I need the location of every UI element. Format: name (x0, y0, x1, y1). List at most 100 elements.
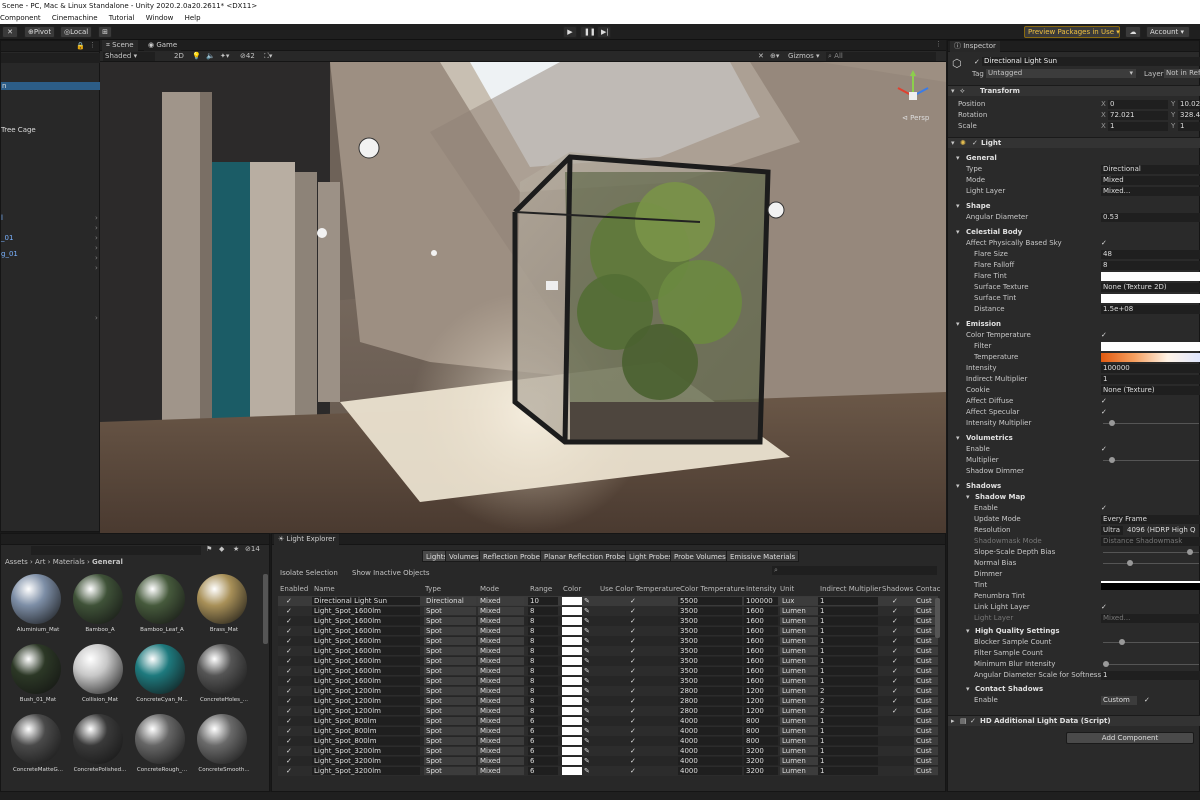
column-header[interactable]: Type (425, 584, 441, 594)
eyedropper-icon[interactable]: ✎ (584, 687, 594, 695)
use-color-temp-checkbox[interactable]: ✓ (630, 597, 640, 605)
table-row[interactable]: ✓ Light_Spot_1200lm Spot Mixed 8 ✎ ✓ 2800 1200 Lu… (278, 706, 938, 716)
eyedropper-icon[interactable]: ✎ (584, 637, 594, 645)
type-dropdown[interactable]: Spot (424, 657, 476, 665)
play-icon[interactable]: ▶ (563, 26, 577, 38)
hierarchy-item-prefab-g01[interactable]: g_01 (1, 250, 18, 258)
column-header[interactable]: Mode (480, 584, 499, 594)
color-swatch[interactable] (562, 757, 582, 765)
unit-dropdown[interactable]: Lumen (780, 617, 818, 625)
object-name-input[interactable]: Directional Light Sun (982, 57, 1200, 66)
table-row[interactable]: ✓ Light_Spot_1600lm Spot Mixed 8 ✎ ✓ 3500 1600 Lu… (278, 626, 938, 636)
add-component-button[interactable]: Add Component (1066, 732, 1194, 744)
color-temp-field[interactable]: 2800 (678, 707, 742, 715)
range-field[interactable]: 8 (528, 627, 558, 635)
type-dropdown[interactable]: Spot (424, 637, 476, 645)
hierarchy-item-tree-cage[interactable]: Tree Cage (1, 126, 36, 134)
eyedropper-icon[interactable]: ✎ (584, 737, 594, 745)
enabled-checkbox[interactable]: ✓ (286, 677, 294, 685)
enabled-checkbox[interactable]: ✓ (286, 687, 294, 695)
vol-enable-checkbox[interactable]: ✓ (1101, 446, 1108, 453)
tag-dropdown[interactable]: Untagged ▾ (986, 69, 1136, 78)
color-swatch[interactable] (562, 687, 582, 695)
eyedropper-icon[interactable]: ✎ (584, 657, 594, 665)
shadows-checkbox[interactable] (892, 747, 902, 755)
unit-dropdown[interactable]: Lumen (780, 757, 818, 765)
indirect-field[interactable]: 2 (818, 707, 878, 715)
shadow-tint-swatch[interactable] (1101, 581, 1200, 590)
use-color-temp-checkbox[interactable]: ✓ (630, 627, 640, 635)
contact-dropdown[interactable]: Cust (914, 637, 938, 645)
camera-icon[interactable]: ⛶▾ (264, 51, 272, 62)
material-item[interactable]: Bamboo_Leaf_A (131, 574, 185, 634)
type-dropdown[interactable]: Spot (424, 747, 476, 755)
shadows-checkbox[interactable]: ✓ (892, 697, 902, 705)
light-name-field[interactable]: Light_Spot_1600lm (312, 607, 420, 615)
temperature-slider[interactable] (1101, 353, 1200, 362)
indirect-field[interactable]: 1 (1101, 375, 1200, 384)
emission-section[interactable]: ▾ Emission (948, 319, 1200, 330)
column-header[interactable]: Intensity (746, 584, 776, 594)
hd-additional-header[interactable]: ▸ ▤ ✓ HD Additional Light Data (Script) (948, 715, 1200, 726)
favorite-icon[interactable]: ★ (233, 545, 239, 553)
tab-scene[interactable]: ⌗ Scene (102, 40, 138, 51)
intensity-mult-slider[interactable] (1103, 420, 1199, 426)
color-temp-field[interactable]: 2800 (678, 687, 742, 695)
eyedropper-icon[interactable]: ✎ (584, 627, 594, 635)
affect-diffuse-checkbox[interactable]: ✓ (1101, 398, 1108, 405)
contact-dropdown[interactable]: Cust (914, 657, 938, 665)
range-field[interactable]: 6 (528, 727, 558, 735)
indirect-field[interactable]: 1 (818, 677, 878, 685)
rotation-y-field[interactable]: 328.46 (1178, 111, 1200, 120)
material-item[interactable]: ConcreteSmooth... (193, 714, 250, 774)
light-name-field[interactable]: Light_Spot_1600lm (312, 637, 420, 645)
update-mode-dropdown[interactable]: Every Frame (1101, 515, 1200, 524)
project-scrollbar[interactable] (263, 574, 268, 644)
range-field[interactable]: 6 (528, 757, 558, 765)
light-name-field[interactable]: Light_Spot_1600lm (312, 667, 420, 675)
2d-toggle[interactable]: 2D (174, 51, 184, 62)
color-temp-field[interactable]: 3500 (678, 617, 742, 625)
filter-swatch[interactable] (1101, 342, 1200, 351)
angular-diameter-field[interactable]: 0.53 (1101, 213, 1200, 222)
shadows-section[interactable]: ▾ Shadows (948, 481, 1200, 492)
material-item[interactable]: Bush_01_Mat (7, 644, 61, 704)
mode-dropdown[interactable]: Mixed (478, 637, 524, 645)
hidden-count-icon[interactable]: ⊘14 (245, 545, 260, 553)
range-field[interactable]: 10 (528, 597, 558, 605)
mode-dropdown[interactable]: Mixed (478, 697, 524, 705)
unit-dropdown[interactable]: Lux (780, 597, 818, 605)
color-temp-field[interactable]: 4000 (678, 727, 742, 735)
contact-dropdown[interactable]: Cust (914, 747, 938, 755)
color-swatch[interactable] (562, 747, 582, 755)
material-item[interactable]: Brass_Mat (193, 574, 247, 634)
use-color-temp-checkbox[interactable]: ✓ (630, 697, 640, 705)
shadows-checkbox[interactable] (892, 767, 902, 775)
shadows-checkbox[interactable] (892, 737, 902, 745)
filter-icon[interactable]: ⚑ (206, 545, 212, 553)
breadcrumb-art[interactable]: Art (35, 558, 45, 566)
gizmos-dropdown[interactable]: Gizmos ▾ (788, 51, 820, 62)
tab-inspector[interactable]: ⓘ Inspector (950, 41, 1000, 52)
cloud-icon[interactable]: ☁ (1125, 26, 1141, 38)
flare-size-field[interactable]: 48 (1101, 250, 1200, 259)
intensity-field[interactable]: 800 (744, 727, 778, 735)
contact-dropdown[interactable]: Cust (914, 667, 938, 675)
normal-bias-slider[interactable] (1103, 560, 1199, 566)
chevron-right-icon[interactable]: › (95, 234, 98, 242)
menu-help[interactable]: Help (185, 14, 201, 22)
shadow-enable-checkbox[interactable]: ✓ (1101, 505, 1108, 512)
scene-search-input[interactable]: ⌕ All (826, 52, 936, 61)
use-color-temp-checkbox[interactable]: ✓ (630, 647, 640, 655)
type-dropdown[interactable]: Spot (424, 707, 476, 715)
light-name-field[interactable]: Light_Spot_1600lm (312, 647, 420, 655)
hierarchy-item-selected[interactable]: n (1, 82, 101, 90)
color-temp-field[interactable]: 3500 (678, 657, 742, 665)
eyedropper-icon[interactable]: ✎ (584, 757, 594, 765)
tab-game[interactable]: ◉ Game (144, 40, 182, 51)
indirect-field[interactable]: 1 (818, 767, 878, 775)
contact-dropdown[interactable]: Cust (914, 697, 938, 705)
column-header[interactable]: Unit (780, 584, 794, 594)
type-dropdown[interactable]: Spot (424, 617, 476, 625)
project-search-input[interactable] (31, 546, 201, 555)
